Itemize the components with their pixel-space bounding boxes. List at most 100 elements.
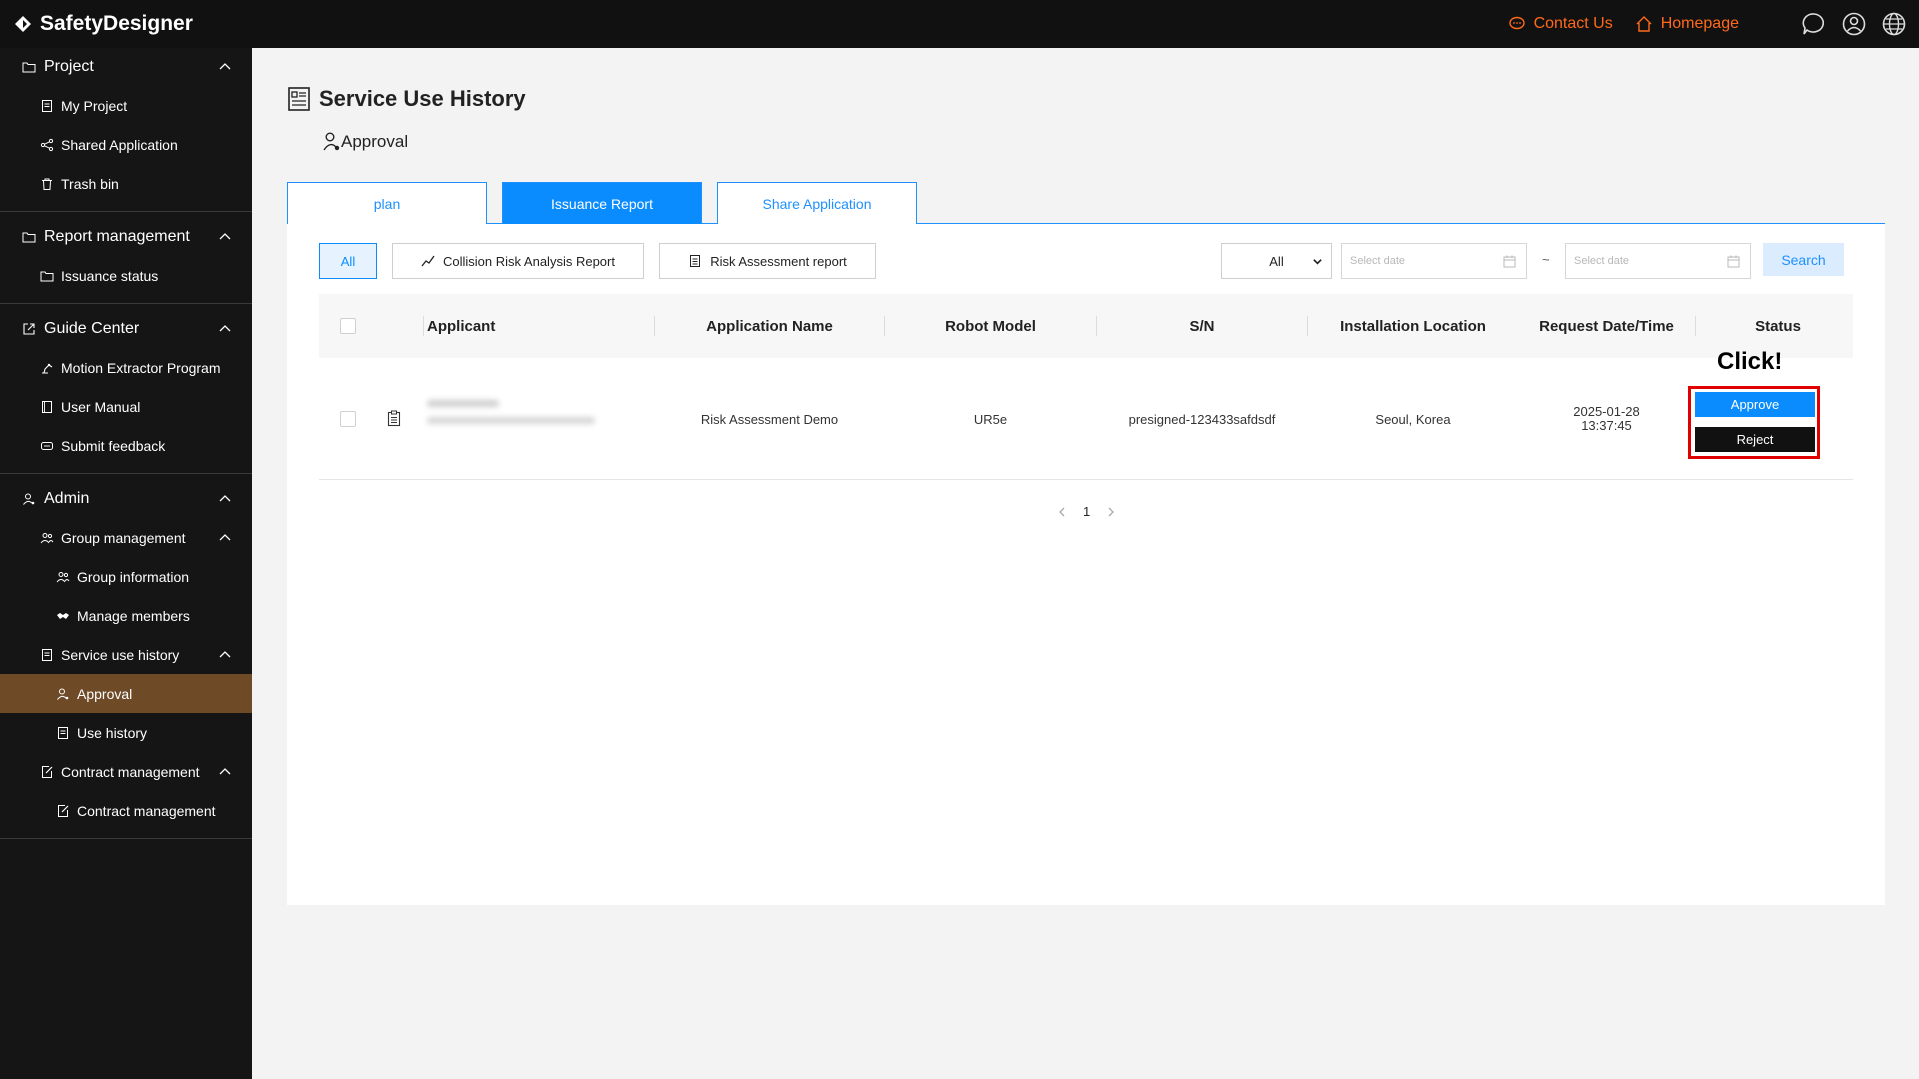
sidebar-item-label: Issuance status bbox=[61, 267, 159, 284]
chevron-down-icon bbox=[1313, 259, 1322, 265]
chevron-up-icon bbox=[219, 325, 231, 332]
filter-all-button[interactable]: All bbox=[319, 243, 377, 279]
sidebar-header-label: Admin bbox=[44, 490, 90, 507]
type-select-value: All bbox=[1269, 253, 1284, 269]
sidebar-item-service-use-history[interactable]: Service use history bbox=[0, 635, 252, 674]
share-icon bbox=[40, 138, 54, 151]
column-header-request-datetime: Request Date/Time bbox=[1539, 317, 1674, 335]
cell-application-name: Risk Assessment Demo bbox=[700, 411, 839, 427]
clipboard-icon[interactable] bbox=[387, 410, 401, 427]
sidebar-item-label: Group information bbox=[77, 568, 190, 585]
table-header: Applicant Application Name Robot Model S… bbox=[319, 294, 1853, 358]
filter-risk-button[interactable]: Risk Assessment report bbox=[659, 243, 876, 279]
sidebar-section-guide: Guide Center Motion Extractor Program Us… bbox=[0, 304, 252, 474]
sidebar-item-label: Contract management bbox=[77, 802, 216, 819]
date-range-separator: ~ bbox=[1542, 252, 1550, 267]
sidebar-header-report-management[interactable]: Report management bbox=[0, 218, 252, 256]
folder-icon bbox=[22, 232, 36, 243]
filter-collision-button[interactable]: Collision Risk Analysis Report bbox=[392, 243, 644, 279]
sidebar-header-label: Project bbox=[44, 58, 94, 75]
sidebar-item-label: Trash bin bbox=[61, 175, 119, 192]
approval-user-icon bbox=[323, 132, 340, 151]
calendar-icon bbox=[1727, 255, 1740, 268]
sidebar-item-use-history[interactable]: Use history bbox=[0, 713, 252, 752]
sidebar-item-my-project[interactable]: My Project bbox=[0, 86, 252, 125]
chevron-up-icon bbox=[219, 63, 231, 70]
approve-button[interactable]: Approve bbox=[1695, 392, 1815, 417]
sidebar-item-group-management[interactable]: Group management bbox=[0, 518, 252, 557]
sidebar-header-guide-center[interactable]: Guide Center bbox=[0, 310, 252, 348]
cell-sn: presigned-123433safdsdf bbox=[1128, 411, 1276, 427]
folder-icon bbox=[40, 271, 54, 281]
sidebar-section-admin: Admin Group management Group information… bbox=[0, 474, 252, 839]
sidebar-item-manage-members[interactable]: Manage members bbox=[0, 596, 252, 635]
sidebar-header-project[interactable]: Project bbox=[0, 48, 252, 86]
sidebar-item-issuance-status[interactable]: Issuance status bbox=[0, 256, 252, 295]
sidebar: Project My Project Shared Application Tr… bbox=[0, 48, 252, 1079]
search-button[interactable]: Search bbox=[1763, 243, 1844, 276]
cell-location: Seoul, Korea bbox=[1375, 411, 1451, 427]
column-header-application-name: Application Name bbox=[706, 317, 833, 335]
chevron-up-icon bbox=[219, 495, 231, 502]
row-checkbox[interactable] bbox=[340, 411, 356, 427]
column-header-applicant: Applicant bbox=[427, 317, 496, 335]
content-panel: All Collision Risk Analysis Report Risk … bbox=[287, 224, 1885, 905]
sidebar-item-submit-feedback[interactable]: Submit feedback bbox=[0, 426, 252, 465]
chevron-right-icon[interactable] bbox=[1106, 507, 1116, 517]
type-select[interactable]: All bbox=[1221, 243, 1332, 279]
sidebar-item-contract-management-sub[interactable]: Contract management bbox=[0, 791, 252, 830]
filter-risk-label: Risk Assessment report bbox=[710, 253, 847, 269]
sidebar-item-shared-application[interactable]: Shared Application bbox=[0, 125, 252, 164]
sidebar-item-group-information[interactable]: Group information bbox=[0, 557, 252, 596]
globe-icon[interactable] bbox=[1881, 11, 1907, 37]
reject-button[interactable]: Reject bbox=[1695, 427, 1815, 452]
edit-document-icon bbox=[58, 804, 69, 817]
sidebar-item-label: Manage members bbox=[77, 607, 190, 624]
tab-issuance-report[interactable]: Issuance Report bbox=[502, 182, 702, 224]
chat-bubble-icon bbox=[1508, 16, 1525, 30]
report-icon bbox=[288, 87, 310, 111]
status-action-highlight: Approve Reject bbox=[1688, 386, 1820, 459]
sidebar-item-motion-extractor[interactable]: Motion Extractor Program bbox=[0, 348, 252, 387]
page-number-current[interactable]: 1 bbox=[1083, 504, 1090, 519]
tab-bar: plan Issuance Report Share Application bbox=[287, 182, 1885, 224]
brand-logo[interactable]: SafetyDesigner bbox=[14, 12, 193, 36]
sidebar-item-user-manual[interactable]: User Manual bbox=[0, 387, 252, 426]
chevron-up-icon bbox=[219, 650, 231, 657]
robot-arm-icon bbox=[42, 363, 53, 374]
sidebar-item-label: My Project bbox=[61, 97, 128, 114]
homepage-label: Homepage bbox=[1660, 15, 1739, 32]
sidebar-item-approval[interactable]: Approval bbox=[0, 674, 252, 713]
message-icon[interactable] bbox=[1801, 11, 1827, 37]
sidebar-item-trash-bin[interactable]: Trash bin bbox=[0, 164, 252, 203]
user-profile-icon[interactable] bbox=[1841, 11, 1867, 37]
tab-share-application[interactable]: Share Application bbox=[717, 182, 917, 224]
select-all-checkbox[interactable] bbox=[340, 318, 356, 334]
homepage-link[interactable]: Homepage bbox=[1635, 15, 1739, 33]
document-icon bbox=[690, 255, 701, 267]
trash-icon bbox=[42, 178, 52, 190]
approval-user-icon bbox=[57, 688, 69, 700]
chevron-left-icon[interactable] bbox=[1057, 507, 1067, 517]
chevron-up-icon bbox=[219, 533, 231, 540]
tab-plan[interactable]: plan bbox=[287, 182, 487, 224]
document-icon bbox=[42, 99, 52, 112]
sidebar-header-label: Report management bbox=[44, 228, 190, 245]
column-header-sn: S/N bbox=[1189, 317, 1215, 335]
date-from-input[interactable]: Select date bbox=[1341, 243, 1527, 279]
sidebar-item-label: Group management bbox=[61, 529, 186, 546]
sidebar-item-label: Use history bbox=[77, 724, 148, 741]
column-header-installation-location: Installation Location bbox=[1340, 317, 1486, 335]
feedback-icon bbox=[41, 441, 53, 450]
cell-request-datetime: 2025-01-28 13:37:45 bbox=[1518, 358, 1695, 480]
date-to-input[interactable]: Select date bbox=[1565, 243, 1751, 279]
brand-name: SafetyDesigner bbox=[40, 12, 193, 35]
external-link-icon bbox=[23, 323, 35, 335]
sidebar-header-label: Guide Center bbox=[44, 320, 140, 337]
page-title-text: Service Use History bbox=[319, 86, 526, 111]
sub-title-text: Approval bbox=[341, 132, 409, 151]
contact-us-link[interactable]: Contact Us bbox=[1508, 15, 1613, 33]
sidebar-header-admin[interactable]: Admin bbox=[0, 480, 252, 518]
sidebar-item-label: Contract management bbox=[61, 763, 200, 780]
sidebar-item-contract-management[interactable]: Contract management bbox=[0, 752, 252, 791]
